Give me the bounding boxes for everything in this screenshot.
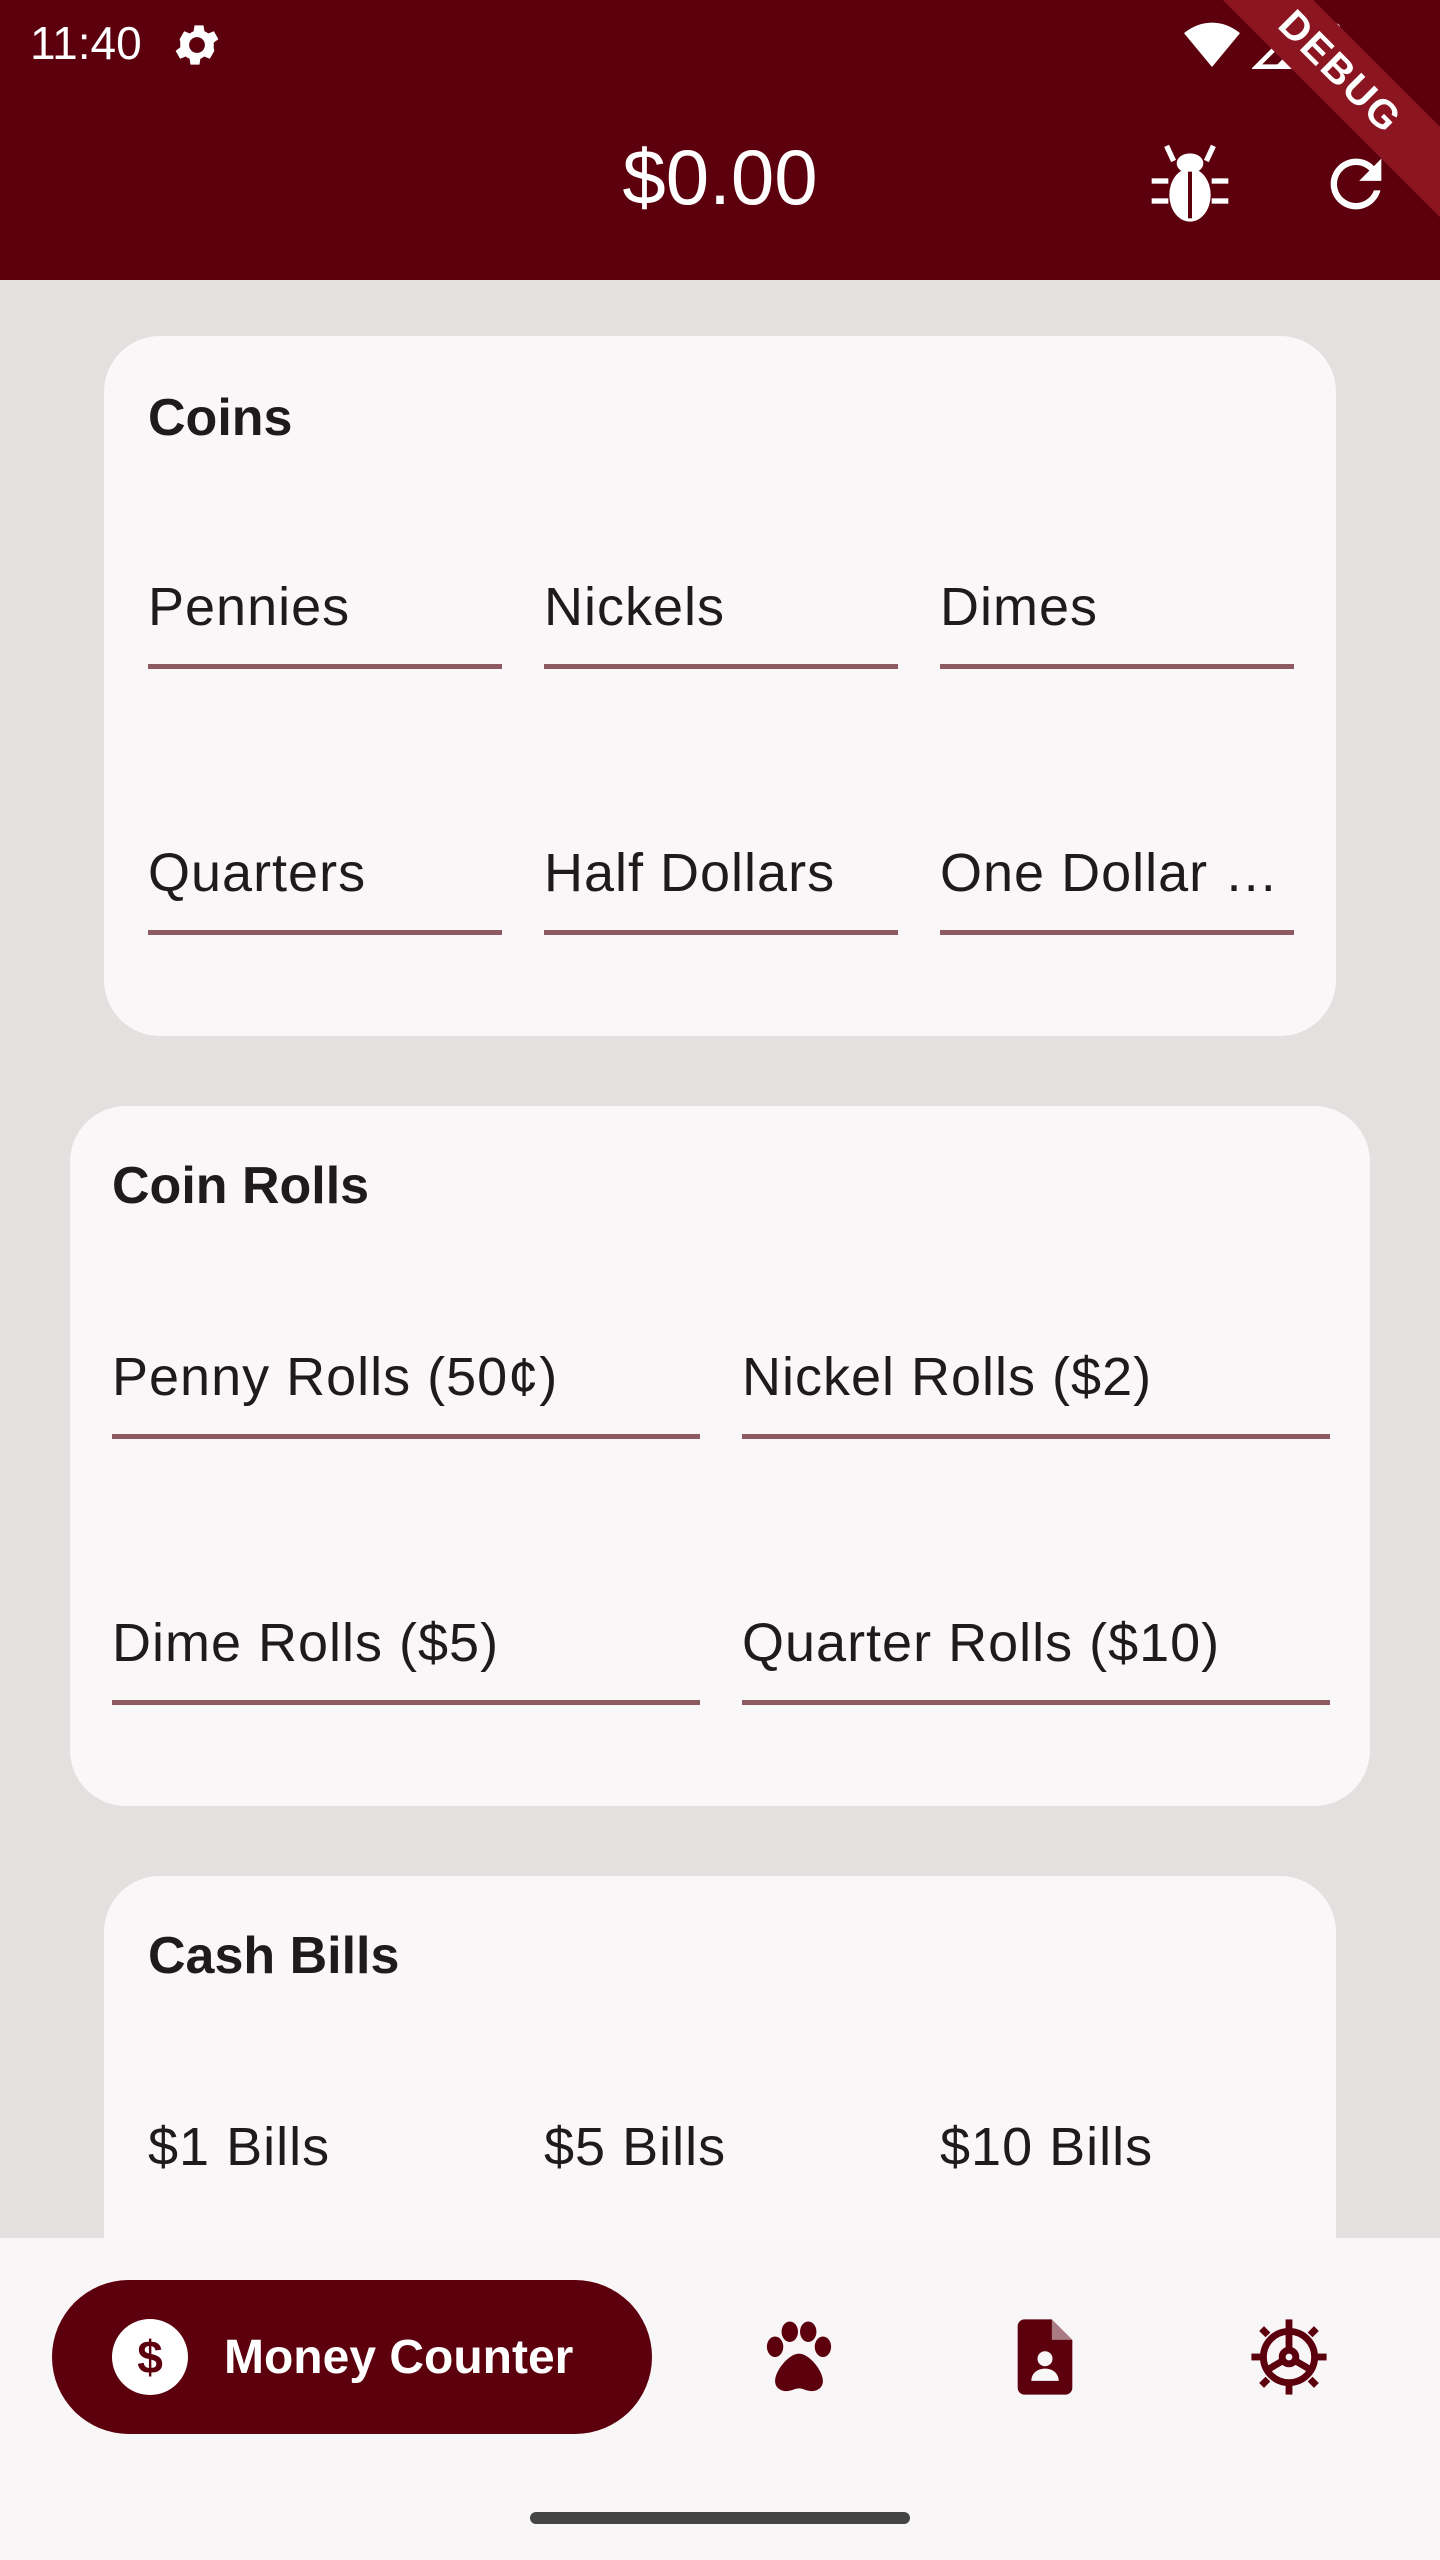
one-dollar-coins-field[interactable]: One Dollar … — [940, 842, 1294, 935]
field-label: Pennies — [148, 577, 351, 637]
bug-icon[interactable] — [1150, 140, 1230, 230]
coins-card: Coins Pennies Nickels Dimes Quarters Hal… — [104, 336, 1336, 1036]
nickels-field[interactable]: Nickels — [544, 576, 898, 669]
field-label: Quarter Rolls ($10) — [742, 1613, 1221, 1673]
nickel-rolls-field[interactable]: Nickel Rolls ($2) — [742, 1346, 1330, 1439]
coin-rolls-card: Coin Rolls Penny Rolls (50¢) Nickel Roll… — [70, 1106, 1370, 1806]
status-settings-icon — [175, 25, 219, 65]
field-label: Nickel Rolls ($2) — [742, 1347, 1153, 1407]
quarters-field[interactable]: Quarters — [148, 842, 502, 935]
field-underline — [544, 664, 898, 669]
field-underline — [148, 930, 502, 935]
document-icon[interactable] — [1004, 2316, 1086, 2398]
dollar-icon: $ — [112, 2319, 188, 2395]
field-label: $1 Bills — [148, 2117, 331, 2177]
dime-rolls-field[interactable]: Dime Rolls ($5) — [112, 1612, 700, 1705]
field-underline — [544, 930, 898, 935]
paw-icon[interactable] — [758, 2316, 840, 2398]
field-label: Nickels — [544, 577, 726, 637]
field-underline — [148, 664, 502, 669]
field-label: Dime Rolls ($5) — [112, 1613, 500, 1673]
field-underline — [940, 664, 1294, 669]
ten-dollar-bills-field[interactable]: $10 Bills — [940, 2116, 1294, 2206]
cash-bills-title: Cash Bills — [148, 1927, 400, 1985]
field-label: $10 Bills — [940, 2117, 1154, 2177]
nav-money-counter-label: Money Counter — [224, 2330, 574, 2384]
wifi-icon — [1184, 22, 1240, 68]
status-time: 11:40 — [30, 17, 142, 69]
field-underline — [112, 1700, 700, 1705]
coin-rolls-title: Coin Rolls — [112, 1157, 370, 1215]
one-dollar-bills-field[interactable]: $1 Bills — [148, 2116, 502, 2206]
bottom-navigation: $ Money Counter — [0, 2238, 1440, 2470]
nav-money-counter[interactable]: $ Money Counter — [52, 2280, 652, 2434]
field-label: Quarters — [148, 843, 367, 903]
field-label: Penny Rolls (50¢) — [112, 1347, 559, 1407]
coins-title: Coins — [148, 389, 293, 447]
field-underline — [742, 1434, 1330, 1439]
settings-icon[interactable] — [1248, 2316, 1330, 2398]
field-label: Dimes — [940, 577, 1099, 637]
app-bar: 11:40 $0.00 DEBUG — [0, 0, 1440, 280]
field-underline — [742, 1700, 1330, 1705]
pennies-field[interactable]: Pennies — [148, 576, 502, 669]
dimes-field[interactable]: Dimes — [940, 576, 1294, 669]
field-underline — [112, 1434, 700, 1439]
home-indicator[interactable] — [530, 2512, 910, 2524]
five-dollar-bills-field[interactable]: $5 Bills — [544, 2116, 898, 2206]
field-label: $5 Bills — [544, 2117, 727, 2177]
field-label: One Dollar … — [940, 843, 1280, 903]
half-dollars-field[interactable]: Half Dollars — [544, 842, 898, 935]
quarter-rolls-field[interactable]: Quarter Rolls ($10) — [742, 1612, 1330, 1705]
field-label: Half Dollars — [544, 843, 836, 903]
penny-rolls-field[interactable]: Penny Rolls (50¢) — [112, 1346, 700, 1439]
field-underline — [940, 930, 1294, 935]
